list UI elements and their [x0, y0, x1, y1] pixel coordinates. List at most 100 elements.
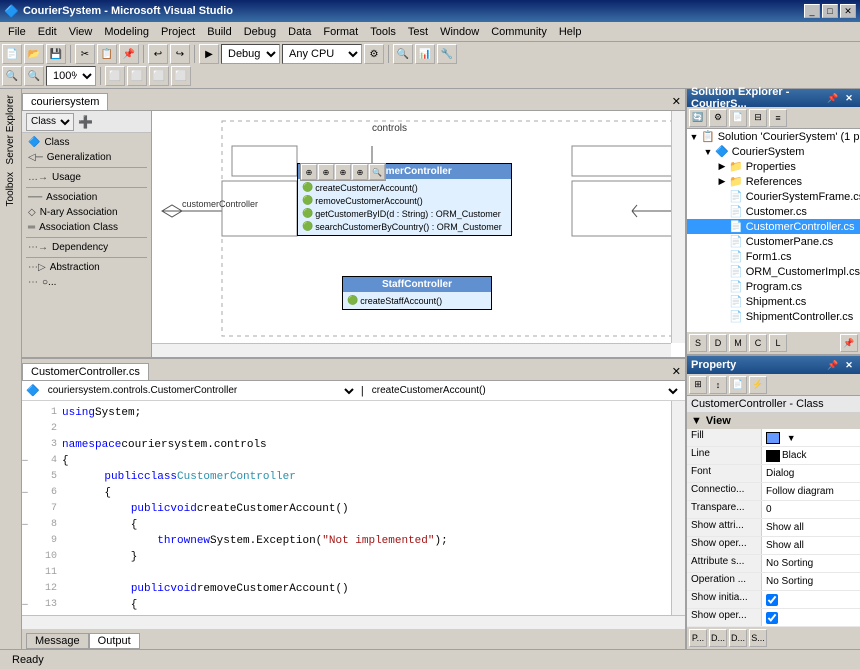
sol-tab-s[interactable]: S [689, 334, 707, 352]
properties-close-button[interactable]: ✕ [842, 358, 856, 372]
solution-explorer-close-button[interactable]: ✕ [842, 91, 856, 105]
showoper-checkbox[interactable] [766, 612, 778, 624]
menu-data[interactable]: Data [282, 24, 317, 40]
close-button[interactable]: ✕ [840, 4, 856, 18]
solution-sortby-button[interactable]: ≡ [769, 109, 787, 127]
prop-pages-button[interactable]: 📄 [729, 376, 747, 394]
menu-tools[interactable]: Tools [364, 24, 402, 40]
toolbox-item-generalization[interactable]: ◁─ Generalization [22, 150, 151, 165]
menu-view[interactable]: View [63, 24, 99, 40]
redo-button[interactable]: ↪ [170, 44, 190, 64]
paste-button[interactable]: 📌 [119, 44, 139, 64]
tree-item-customer[interactable]: 📄 Customer.cs [687, 204, 860, 219]
prop-events-button[interactable]: ⚡ [749, 376, 767, 394]
toolbox-item-dependency[interactable]: ⋯→ Dependency [22, 240, 151, 255]
window-controls[interactable]: _ □ ✕ [804, 4, 856, 18]
fill-dropdown-icon[interactable]: ▼ [787, 433, 796, 443]
tb-btn-extra3[interactable]: 🔧 [437, 44, 457, 64]
tree-item-shipmentcontroller[interactable]: 📄 ShipmentController.cs [687, 309, 860, 324]
solution-showfiles-button[interactable]: 📄 [729, 109, 747, 127]
toolbox-item-nary[interactable]: ◇ N-ary Association [22, 205, 151, 220]
tree-item-program[interactable]: 📄 Program.cs [687, 279, 860, 294]
uml-tool-btn2[interactable]: ⊕ [318, 164, 334, 180]
diag-btn4[interactable]: ⬜ [171, 66, 191, 86]
prop-value-line[interactable]: Black [762, 447, 860, 464]
solution-collapse-button[interactable]: ⊟ [749, 109, 767, 127]
prop-tab-d2[interactable]: D... [729, 629, 747, 647]
menu-help[interactable]: Help [553, 24, 588, 40]
tree-item-references[interactable]: ▶ 📁 References [687, 174, 860, 189]
start-button[interactable]: ▶ [199, 44, 219, 64]
tree-item-form1[interactable]: 📄 Form1.cs [687, 249, 860, 264]
prop-value-font[interactable]: Dialog [762, 465, 860, 482]
tb-btn-extra2[interactable]: 📊 [415, 44, 435, 64]
solution-properties-button[interactable]: ⚙ [709, 109, 727, 127]
new-button[interactable]: 📄 [2, 44, 22, 64]
save-button[interactable]: 💾 [46, 44, 66, 64]
message-tab[interactable]: Message [26, 633, 89, 649]
menu-format[interactable]: Format [317, 24, 364, 40]
solution-explorer-pin-button[interactable]: 📌 [826, 91, 840, 105]
code-tab-customercontroller[interactable]: CustomerController.cs [22, 363, 149, 380]
tree-item-courierframe[interactable]: 📄 CourierSystemFrame.cs [687, 189, 860, 204]
tree-item-solution[interactable]: ▼ 📋 Solution 'CourierSystem' (1 proje [687, 129, 860, 144]
tree-item-customercontroller[interactable]: 📄 CustomerController.cs [687, 219, 860, 234]
class-type-dropdown[interactable]: Class [26, 113, 74, 131]
server-explorer-tab[interactable]: Server Explorer [3, 91, 18, 168]
sol-tab-c[interactable]: C [749, 334, 767, 352]
menu-community[interactable]: Community [485, 24, 553, 40]
toolbox-tab[interactable]: Toolbox [3, 168, 18, 210]
menu-build[interactable]: Build [201, 24, 237, 40]
toolbox-item-usage[interactable]: …→ Usage [22, 170, 151, 185]
solutions-button[interactable]: ⚙ [364, 44, 384, 64]
showinitial-checkbox[interactable] [766, 594, 778, 606]
sol-pin-btn[interactable]: 📌 [840, 334, 858, 352]
properties-pin-button[interactable]: 📌 [826, 358, 840, 372]
uml-tool-btn1[interactable]: ⊕ [301, 164, 317, 180]
prop-sort-cat-button[interactable]: ⊞ [689, 376, 707, 394]
tree-item-customerpane[interactable]: 📄 CustomerPane.cs [687, 234, 860, 249]
solution-refresh-button[interactable]: 🔄 [689, 109, 707, 127]
output-tab[interactable]: Output [89, 633, 140, 649]
tree-item-couriersystem[interactable]: ▼ 🔷 CourierSystem [687, 144, 860, 159]
copy-button[interactable]: 📋 [97, 44, 117, 64]
minimize-button[interactable]: _ [804, 4, 820, 18]
breadcrumb-right-select[interactable]: createCustomerAccount() [368, 382, 681, 400]
zoom-dropdown[interactable]: 100% [46, 66, 96, 86]
tb-btn-extra1[interactable]: 🔍 [393, 44, 413, 64]
tree-item-shipment[interactable]: 📄 Shipment.cs [687, 294, 860, 309]
open-button[interactable]: 📂 [24, 44, 44, 64]
breadcrumb-left-select[interactable]: couriersystem.controls.CustomerControlle… [44, 382, 357, 400]
diagram-canvas[interactable]: controls CustomerController 🟢 createCust… [152, 111, 685, 357]
diagram-hscrollbar[interactable] [152, 343, 671, 357]
toolbox-item-assoc-class[interactable]: ═ Association Class [22, 220, 151, 235]
uml-tool-btn3[interactable]: ⊕ [335, 164, 351, 180]
sol-tab-l[interactable]: L [769, 334, 787, 352]
menu-test[interactable]: Test [402, 24, 434, 40]
diag-btn3[interactable]: ⬜ [149, 66, 169, 86]
uml-tool-btn5[interactable]: 🔍 [369, 164, 385, 180]
prop-value-showattr[interactable]: Show all [762, 519, 860, 536]
toolbox-item-abstraction[interactable]: ⋯▷ Abstraction [22, 260, 151, 275]
prop-tab-s[interactable]: S... [749, 629, 767, 647]
prop-value-showinitial[interactable] [762, 591, 860, 608]
platform-dropdown[interactable]: Any CPU [282, 44, 362, 64]
sol-tab-m[interactable]: M [729, 334, 747, 352]
menu-edit[interactable]: Edit [32, 24, 63, 40]
prop-value-attrsorting[interactable]: No Sorting [762, 555, 860, 572]
maximize-button[interactable]: □ [822, 4, 838, 18]
prop-tab-d[interactable]: D... [709, 629, 727, 647]
tree-item-properties[interactable]: ▶ 📁 Properties [687, 159, 860, 174]
code-close-button[interactable]: ✕ [668, 363, 685, 380]
diag-btn1[interactable]: ⬜ [105, 66, 125, 86]
menu-modeling[interactable]: Modeling [98, 24, 155, 40]
prop-value-opersorting[interactable]: No Sorting [762, 573, 860, 590]
toolbox-item-other[interactable]: ⋯ ○... [22, 275, 151, 290]
prop-value-showopercheck[interactable] [762, 609, 860, 626]
config-dropdown[interactable]: Debug [221, 44, 280, 64]
prop-value-fill[interactable]: ▼ [762, 429, 860, 446]
cut-button[interactable]: ✂ [75, 44, 95, 64]
staff-controller-box[interactable]: StaffController 🟢 createStaffAccount() [342, 276, 492, 310]
diagram-close-button[interactable]: ✕ [668, 93, 685, 110]
toolbox-item-association[interactable]: ── Association [22, 190, 151, 205]
